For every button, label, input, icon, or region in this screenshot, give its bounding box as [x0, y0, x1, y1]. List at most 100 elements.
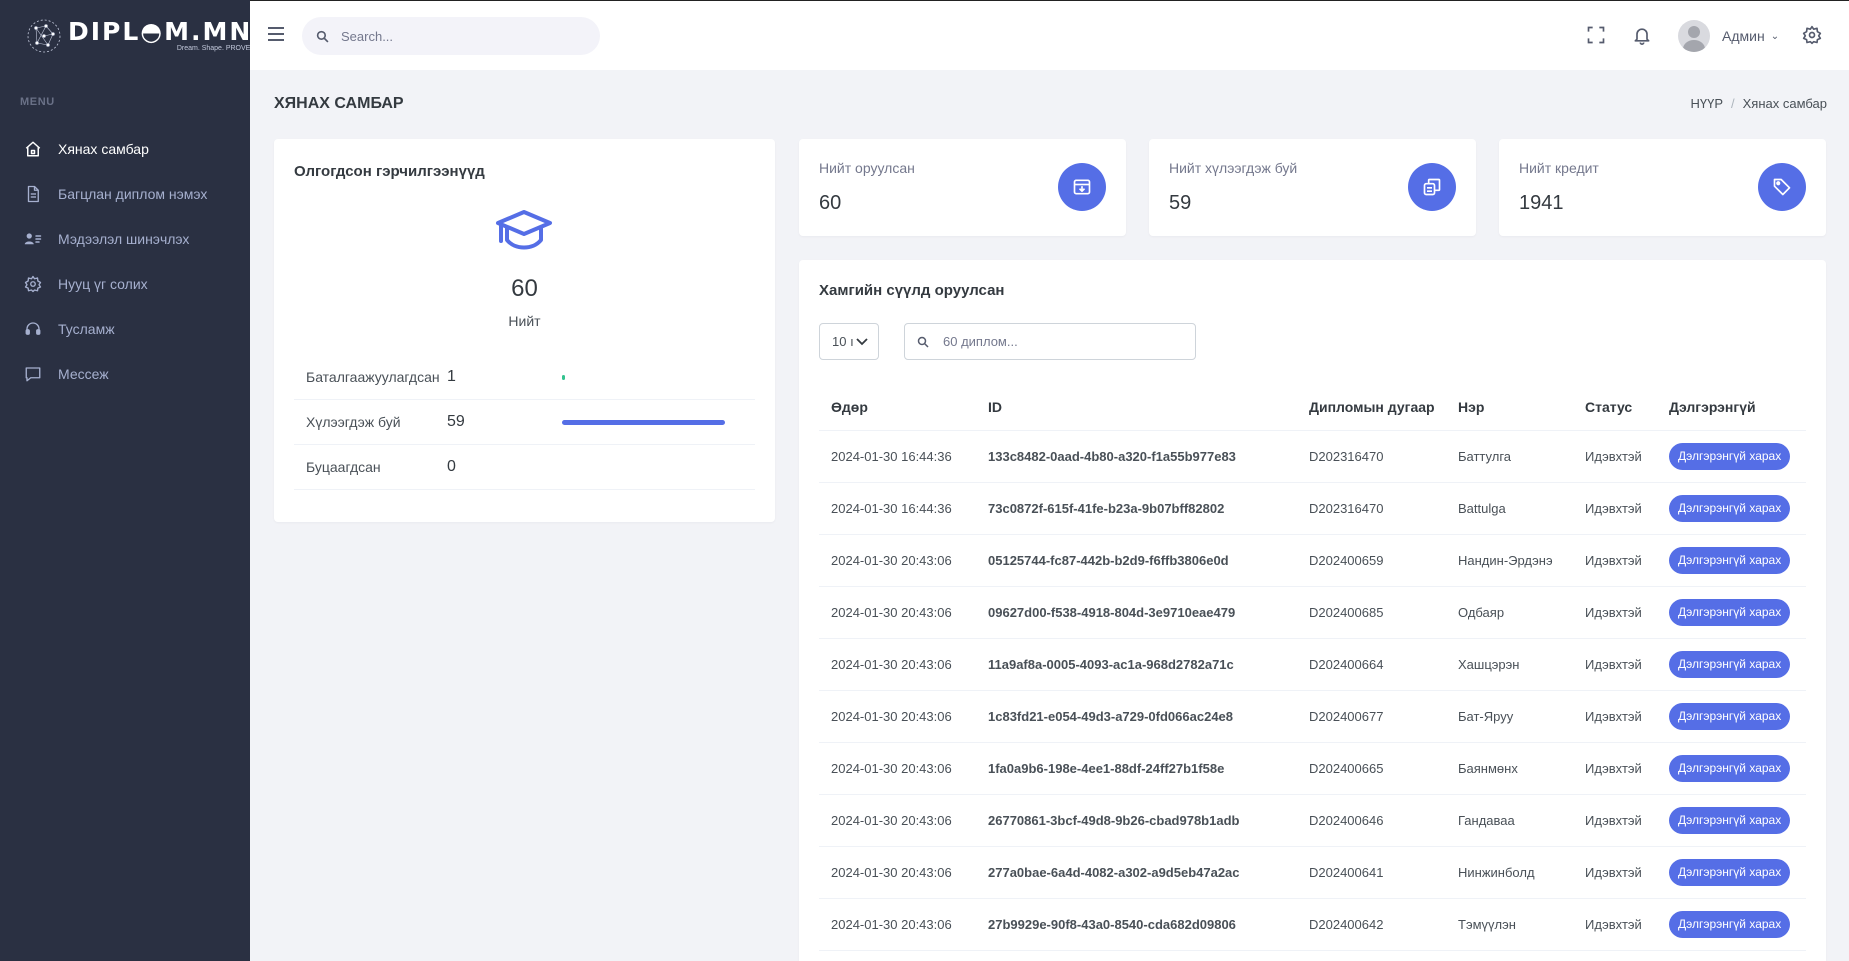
column-header-date[interactable]: Өдөр [819, 385, 976, 431]
stat-label: Нийт оруулсан [819, 160, 915, 176]
cell-number: D202400664 [1297, 638, 1446, 691]
cell-details: Дэлгэрэнгүй харах [1657, 794, 1806, 847]
column-header-number[interactable]: Дипломын дугаар [1297, 385, 1446, 431]
cell-name: Хашцэрэн [1446, 638, 1573, 691]
cell-details: Дэлгэрэнгүй харах [1657, 534, 1806, 587]
recent-diplomas-card: Хамгийн сүүлд оруулсан 10 ı Өдөр ID Дипл… [799, 260, 1826, 961]
page-length-value: 10 ı [832, 334, 854, 349]
cell-date: 2024-01-30 20:43:06 [819, 586, 976, 639]
page-length-select[interactable]: 10 ı [819, 323, 879, 360]
status-label: Хүлээгдэж буй [306, 414, 401, 430]
view-details-button[interactable]: Дэлгэрэнгүй харах [1669, 702, 1791, 730]
recent-diplomas-table: Өдөр ID Дипломын дугаар Нэр Статус Дэлгэ… [819, 385, 1806, 951]
cell-number: D202316470 [1297, 430, 1446, 483]
column-header-status[interactable]: Статус [1573, 385, 1657, 431]
sidebar-item-bulk-add[interactable]: Багцлан диплом нэмэх [0, 171, 250, 216]
breadcrumb: НҮҮР / Хянах самбар [1690, 96, 1827, 111]
sidebar-item-dashboard[interactable]: Хянах самбар [0, 126, 250, 171]
view-details-button[interactable]: Дэлгэрэнгүй харах [1669, 494, 1791, 522]
stat-label: Нийт хүлээгдэж буй [1169, 160, 1298, 176]
copy-icon [1408, 163, 1456, 211]
cell-details: Дэлгэрэнгүй харах [1657, 482, 1806, 535]
stat-card-total-credit: Нийт кредит 1941 [1499, 139, 1826, 236]
user-menu[interactable]: Админ ⌄ [1678, 19, 1779, 53]
cell-number: D202400665 [1297, 742, 1446, 795]
cell-id: 11a9af8a-0005-4093-ac1a-968d2782a71c [976, 638, 1297, 691]
cell-name: Баянмөнх [1446, 742, 1573, 795]
bell-icon[interactable] [1632, 25, 1652, 45]
status-row-rejected: Буцаагдсан 0 [294, 445, 755, 490]
cell-id: 09627d00-f538-4918-804d-3e9710eae479 [976, 586, 1297, 639]
view-details-button[interactable]: Дэлгэрэнгүй харах [1669, 650, 1791, 678]
cell-id: 27b9929e-90f8-43a0-8540-cda682d09806 [976, 898, 1297, 951]
cell-id: 73c0872f-615f-41fe-b23a-9b07bff82802 [976, 482, 1297, 535]
view-details-button[interactable]: Дэлгэрэнгүй харах [1669, 858, 1791, 886]
cell-name: Battulga [1446, 482, 1573, 535]
search-icon [316, 30, 329, 42]
cell-name: Нандин-Эрдэнэ [1446, 534, 1573, 587]
table-row: 2024-01-30 20:43:06 09627d00-f538-4918-80… [819, 586, 1806, 639]
cell-status: Идэвхтэй [1573, 794, 1657, 847]
cell-name: Гандаваа [1446, 794, 1573, 847]
table-search-input[interactable] [943, 334, 1183, 349]
cell-number: D202316470 [1297, 482, 1446, 535]
cell-number: D202400659 [1297, 534, 1446, 587]
message-icon [25, 366, 41, 381]
tag-icon [1758, 163, 1806, 211]
cell-details: Дэлгэрэнгүй харах [1657, 430, 1806, 483]
column-header-details[interactable]: Дэлгэрэнгүй [1657, 385, 1806, 431]
cell-status: Идэвхтэй [1573, 638, 1657, 691]
cell-id: 05125744-fc87-442b-b2d9-f6ffb3806e0d [976, 534, 1297, 587]
breadcrumb-home-link[interactable]: НҮҮР [1690, 96, 1723, 111]
fullscreen-icon[interactable] [1586, 25, 1606, 45]
status-label: Баталгаажуулагдсан [306, 369, 440, 385]
sidebar-item-update-info[interactable]: Мэдээлэл шинэчлэх [0, 216, 250, 261]
global-search[interactable] [302, 17, 600, 55]
cell-date: 2024-01-30 20:43:06 [819, 846, 976, 899]
view-details-button[interactable]: Дэлгэрэнгүй харах [1669, 910, 1791, 938]
column-header-name[interactable]: Нэр [1446, 385, 1573, 431]
cell-status: Идэвхтэй [1573, 534, 1657, 587]
menu-title: MENU [20, 96, 55, 108]
status-progress-bar [562, 419, 728, 425]
chevron-down-icon: ⌄ [1770, 30, 1780, 42]
gear-icon [24, 275, 42, 292]
settings-gear-icon[interactable] [1802, 25, 1822, 45]
cell-name: Одбаяр [1446, 586, 1573, 639]
user-list-icon [24, 232, 42, 244]
cell-details: Дэлгэрэнгүй харах [1657, 898, 1806, 951]
search-icon [917, 336, 929, 348]
table-search[interactable] [904, 323, 1196, 360]
cell-date: 2024-01-30 20:43:06 [819, 898, 976, 951]
view-details-button[interactable]: Дэлгэрэнгүй харах [1669, 598, 1791, 626]
status-progress-bar [562, 374, 728, 380]
cell-date: 2024-01-30 20:43:06 [819, 690, 976, 743]
archive-icon [1058, 163, 1106, 211]
cell-number: D202400677 [1297, 690, 1446, 743]
user-name: Админ [1722, 28, 1765, 44]
menu-toggle-icon[interactable] [268, 27, 284, 41]
cell-number: D202400641 [1297, 846, 1446, 899]
cell-status: Идэвхтэй [1573, 898, 1657, 951]
certificates-card-title: Олгогдсон гэрчилгээнүүд [294, 163, 485, 180]
cell-id: 26770861-3bcf-49d8-9b26-cbad978b1adb [976, 794, 1297, 847]
cell-status: Идэвхтэй [1573, 846, 1657, 899]
table-row: 2024-01-30 20:43:06 1fa0a9b6-198e-4ee1-88… [819, 742, 1806, 795]
column-header-id[interactable]: ID [976, 385, 1297, 431]
status-row-verified: Баталгаажуулагдсан 1 [294, 355, 755, 400]
cell-date: 2024-01-30 16:44:36 [819, 430, 976, 483]
sidebar-item-help[interactable]: Тусламж [0, 306, 250, 351]
sidebar-item-change-password[interactable]: Нууц үг солих [0, 261, 250, 306]
status-progress-bar [562, 465, 728, 470]
view-details-button[interactable]: Дэлгэрэнгүй харах [1669, 754, 1791, 782]
cell-name: Нинжинболд [1446, 846, 1573, 899]
view-details-button[interactable]: Дэлгэрэнгүй харах [1669, 806, 1791, 834]
sidebar-item-messages[interactable]: Мессеж [0, 351, 250, 396]
view-details-button[interactable]: Дэлгэрэнгүй харах [1669, 546, 1791, 574]
sidebar-item-label: Тусламж [58, 320, 115, 337]
view-details-button[interactable]: Дэлгэрэнгүй харах [1669, 442, 1791, 470]
search-input[interactable] [341, 28, 581, 44]
sidebar: DIPL◓M.MN Dream. Shape. PROVE. MENU Хяна… [0, 0, 252, 961]
logo[interactable]: DIPL◓M.MN Dream. Shape. PROVE. [0, 0, 252, 72]
cell-id: 277a0bae-6a4d-4082-a302-a9d5eb47a2ac [976, 846, 1297, 899]
